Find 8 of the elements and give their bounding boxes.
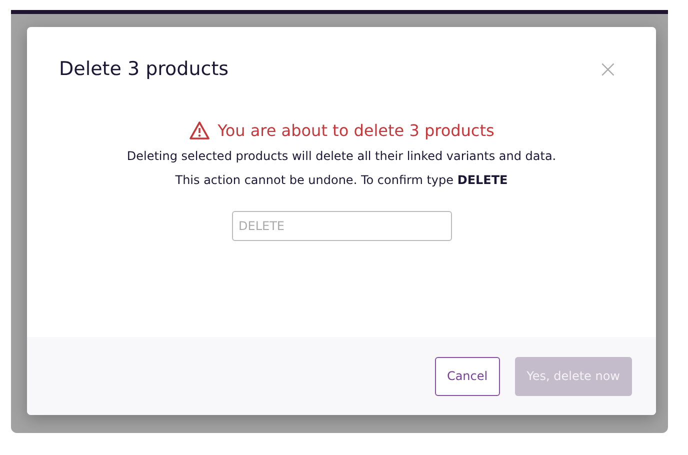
confirm-input[interactable]: DELETE: [232, 211, 452, 241]
warning-heading: You are about to delete 3 products: [218, 121, 494, 140]
dialog-title: Delete 3 products: [59, 58, 229, 80]
warning-text: Deleting selected products will delete all their linked variants and data.: [126, 149, 556, 164]
close-button[interactable]: ×: [598, 55, 618, 83]
cancel-button[interactable]: Cancel: [434, 356, 500, 396]
warning-text: This action cannot be undone. To confirm type DELETE: [175, 173, 508, 188]
warning-icon: [188, 121, 210, 140]
